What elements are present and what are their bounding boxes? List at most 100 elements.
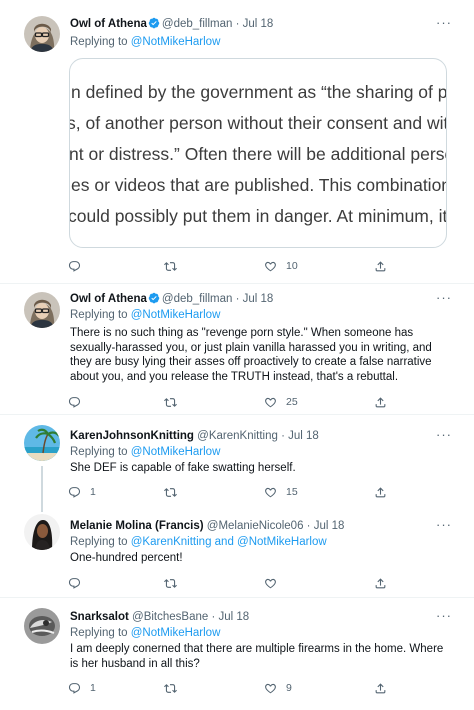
replying-to-label: Replying to <box>70 36 128 48</box>
like-button[interactable]: 9 <box>264 680 292 696</box>
timestamp[interactable]: Jul 18 <box>219 611 250 623</box>
share-button[interactable] <box>374 394 387 410</box>
like-button[interactable] <box>264 575 277 591</box>
display-name[interactable]: Owl of Athena <box>70 18 147 30</box>
reply-button[interactable]: 1 <box>68 680 96 696</box>
retweet-icon <box>164 577 177 590</box>
display-name[interactable]: Melanie Molina (Francis) <box>70 520 204 532</box>
replying-to-label: Replying to <box>70 446 128 458</box>
handle[interactable]: @deb_fillman <box>162 293 233 305</box>
avatar-karenjohnsonknitting[interactable] <box>24 425 60 461</box>
share-button[interactable] <box>374 258 387 274</box>
share-button[interactable] <box>374 484 387 500</box>
reply-icon <box>68 260 81 273</box>
like-button[interactable]: 25 <box>264 394 298 410</box>
image-text-line: n defined by the government as “the shar… <box>71 82 447 102</box>
separator: · <box>306 520 311 532</box>
replying-to: Replying to @NotMikeHarlow <box>70 626 220 640</box>
tweet-actions: 1 15 <box>68 484 398 500</box>
replying-to-label: Replying to <box>70 627 128 639</box>
retweet-button[interactable] <box>164 575 177 591</box>
verified-badge-icon <box>148 292 160 304</box>
more-icon[interactable]: ··· <box>436 16 452 29</box>
timestamp[interactable]: Jul 18 <box>243 293 274 305</box>
reply-button[interactable] <box>68 394 81 410</box>
reply-icon <box>68 682 81 695</box>
more-icon[interactable]: ··· <box>436 609 452 622</box>
tweet-actions: 25 <box>68 394 398 410</box>
like-count: 9 <box>286 682 292 694</box>
tweet-actions <box>68 575 398 591</box>
display-name[interactable]: Owl of Athena <box>70 293 147 305</box>
like-icon <box>264 577 277 590</box>
tweet-2[interactable]: Owl of Athena @deb_fillman · Jul 18 ··· R… <box>0 284 474 412</box>
handle[interactable]: @deb_fillman <box>162 18 233 30</box>
like-button[interactable]: 10 <box>264 258 298 274</box>
timestamp[interactable]: Jul 18 <box>243 18 274 30</box>
separator: · <box>281 430 285 442</box>
reply-button[interactable] <box>68 258 81 274</box>
replying-to-mention[interactable]: @NotMikeHarlow <box>131 446 221 458</box>
tweet-text: She DEF is capable of fake swatting hers… <box>70 462 296 474</box>
reply-count: 1 <box>90 486 96 498</box>
separator: · <box>211 611 216 623</box>
display-name[interactable]: KarenJohnsonKnitting <box>70 430 194 442</box>
tweet-header: Owl of Athena @deb_fillman · Jul 18 <box>70 292 273 306</box>
reply-button[interactable]: 1 <box>68 484 96 500</box>
reply-button[interactable] <box>68 575 81 591</box>
tweet-5[interactable]: Snarksalot @BitchesBane · Jul 18 ··· Rep… <box>0 598 474 710</box>
tweet-header: Melanie Molina (Francis) @MelanieNicole0… <box>70 519 344 533</box>
reply-icon <box>68 396 81 409</box>
retweet-button[interactable] <box>164 484 177 500</box>
attached-image[interactable]: n defined by the government as “the shar… <box>69 58 447 248</box>
like-count: 10 <box>286 260 298 272</box>
handle[interactable]: @BitchesBane <box>132 611 208 623</box>
avatar-owl-of-athena[interactable] <box>24 16 60 52</box>
replying-to-label: Replying to <box>70 536 128 548</box>
like-count: 15 <box>286 486 298 498</box>
more-icon[interactable]: ··· <box>436 291 452 304</box>
timestamp[interactable]: Jul 18 <box>314 520 345 532</box>
like-icon <box>264 260 277 273</box>
replying-to-mention[interactable]: @NotMikeHarlow <box>131 309 221 321</box>
tweet-actions: 1 9 <box>68 680 398 696</box>
retweet-button[interactable] <box>164 258 177 274</box>
tweet-4[interactable]: Melanie Molina (Francis) @MelanieNicole0… <box>0 506 474 596</box>
retweet-icon <box>164 682 177 695</box>
like-button[interactable]: 15 <box>264 484 298 500</box>
avatar-owl-of-athena[interactable] <box>24 292 60 328</box>
tweet-3[interactable]: KarenJohnsonKnitting @KarenKnitting · Ju… <box>0 415 474 508</box>
like-icon <box>264 486 277 499</box>
share-button[interactable] <box>374 575 387 591</box>
reply-icon <box>68 577 81 590</box>
tweet-header: KarenJohnsonKnitting @KarenKnitting · Ju… <box>70 429 319 443</box>
more-icon[interactable]: ··· <box>436 428 452 441</box>
image-text-line: could possibly put them in danger. At mi… <box>69 206 447 226</box>
replying-to: Replying to @KarenKnitting and @NotMikeH… <box>70 535 327 549</box>
replying-to-mention[interactable]: @NotMikeHarlow <box>131 627 221 639</box>
share-icon <box>374 396 387 409</box>
handle[interactable]: @KarenKnitting <box>197 430 278 442</box>
share-icon <box>374 682 387 695</box>
share-icon <box>374 577 387 590</box>
image-text-line: s, of another person without their conse… <box>69 113 447 133</box>
like-icon <box>264 682 277 695</box>
share-icon <box>374 260 387 273</box>
image-text-line: es or videos that are published. This co… <box>71 175 447 195</box>
replying-to-mention[interactable]: @KarenKnitting and @NotMikeHarlow <box>131 536 327 548</box>
display-name[interactable]: Snarksalot <box>70 611 129 623</box>
avatar-snarksalot[interactable] <box>24 608 60 644</box>
tweet-header: Snarksalot @BitchesBane · Jul 18 <box>70 610 249 624</box>
timestamp[interactable]: Jul 18 <box>288 430 319 442</box>
replying-to-mention[interactable]: @NotMikeHarlow <box>131 36 221 48</box>
handle[interactable]: @MelanieNicole06 <box>207 520 304 532</box>
share-button[interactable] <box>374 680 387 696</box>
tweet-text: I am deeply conerned that there are mult… <box>70 643 444 670</box>
replying-to: Replying to @NotMikeHarlow <box>70 35 220 49</box>
more-icon[interactable]: ··· <box>436 518 452 531</box>
tweet-1[interactable]: Owl of Athena @deb_fillman · Jul 18 ··· R… <box>0 0 474 283</box>
replying-to-label: Replying to <box>70 309 128 321</box>
retweet-button[interactable] <box>164 680 177 696</box>
retweet-button[interactable] <box>164 394 177 410</box>
avatar-melanie-molina[interactable] <box>24 514 60 550</box>
